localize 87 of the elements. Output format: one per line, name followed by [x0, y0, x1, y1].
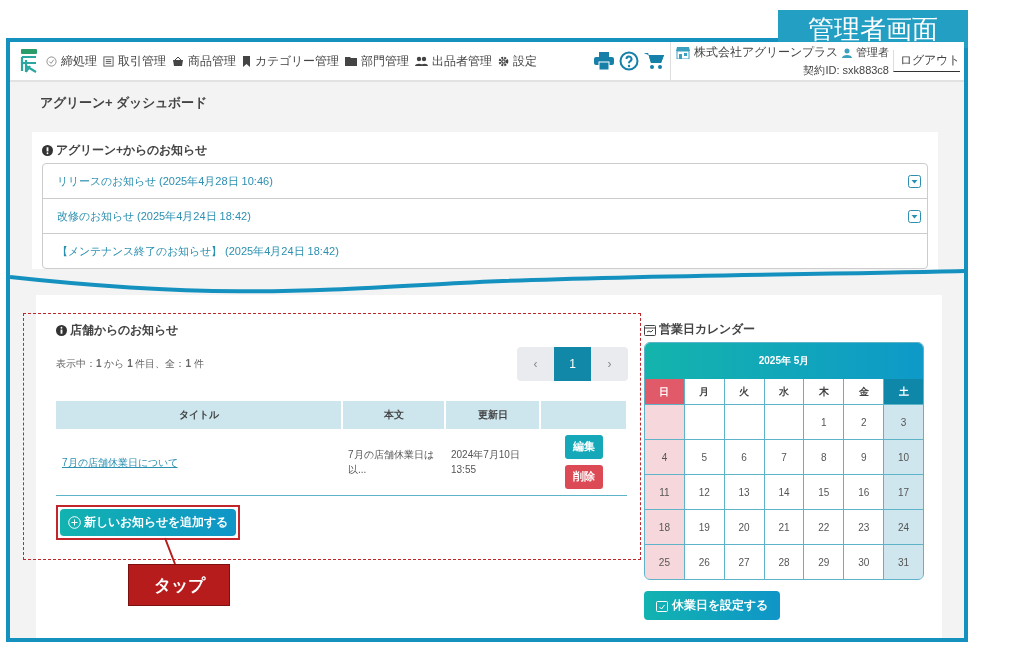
- callout-label: タップ: [128, 564, 230, 606]
- calendar-day[interactable]: 3: [884, 405, 923, 439]
- calendar-day[interactable]: 5: [684, 440, 724, 474]
- calendar-day[interactable]: 19: [684, 510, 724, 544]
- calendar-day[interactable]: 11: [645, 475, 684, 509]
- page-title: アグリーン+ ダッシュボード: [39, 94, 209, 112]
- gear-icon: [498, 55, 509, 67]
- nav-link[interactable]: 商品管理: [172, 52, 236, 70]
- column-header: 本文: [342, 401, 445, 429]
- delete-button[interactable]: 削除: [564, 465, 603, 489]
- user-icon: [842, 47, 852, 58]
- section-title: 店舗からのお知らせ: [70, 322, 178, 339]
- calendar-check-icon: [656, 599, 668, 612]
- calendar-day[interactable]: 4: [645, 440, 684, 474]
- column-header: タイトル: [56, 401, 342, 429]
- weekday-header: 木: [804, 379, 844, 404]
- weekday-header: 水: [764, 379, 804, 404]
- notice-link[interactable]: 改修のお知らせ (2025年4月24日 18:42): [57, 208, 908, 224]
- plus-circle-icon: [68, 516, 81, 529]
- calendar-day[interactable]: 8: [804, 440, 844, 474]
- calendar-day[interactable]: 18: [645, 510, 684, 544]
- shop-icon: [676, 46, 690, 59]
- calendar-day[interactable]: 2: [844, 405, 884, 439]
- contract-id: 契約ID: sxk883c8: [803, 63, 889, 78]
- nav-link[interactable]: 設定: [498, 52, 537, 70]
- basket-icon: [172, 55, 184, 67]
- folder-icon: [345, 56, 357, 66]
- calendar-icon: [644, 323, 656, 336]
- calendar-day[interactable]: 16: [844, 475, 884, 509]
- calendar-day[interactable]: 25: [645, 545, 684, 579]
- dropdown-icon[interactable]: [908, 209, 921, 223]
- info-icon: [56, 325, 67, 336]
- calendar-day[interactable]: 21: [764, 510, 804, 544]
- nav-link[interactable]: 出品者管理: [415, 52, 492, 70]
- users-icon: [415, 56, 428, 66]
- calendar-day[interactable]: 24: [884, 510, 923, 544]
- calendar-day[interactable]: 27: [724, 545, 764, 579]
- logo-icon[interactable]: [18, 49, 40, 73]
- ledger-icon: [103, 55, 114, 67]
- calendar-day[interactable]: 20: [724, 510, 764, 544]
- calendar-month: 2025年 5月: [645, 343, 923, 379]
- page-button[interactable]: 1: [554, 347, 591, 381]
- weekday-header: 土: [884, 379, 923, 404]
- user-name: 管理者: [856, 45, 889, 60]
- calendar-day[interactable]: 23: [844, 510, 884, 544]
- nav-link[interactable]: カテゴリー管理: [242, 52, 339, 70]
- calendar-day[interactable]: 13: [724, 475, 764, 509]
- calendar-day[interactable]: 12: [684, 475, 724, 509]
- nav-link[interactable]: 締処理: [46, 52, 97, 70]
- calendar-day[interactable]: 31: [884, 545, 923, 579]
- nav-link[interactable]: 取引管理: [103, 52, 166, 70]
- weekday-header: 日: [645, 379, 684, 404]
- check-circle-icon: [46, 55, 57, 67]
- printer-icon[interactable]: [594, 52, 614, 70]
- calendar-day[interactable]: 9: [844, 440, 884, 474]
- calendar-day[interactable]: 6: [724, 440, 764, 474]
- info-icon: [42, 145, 53, 156]
- table-cell: 2024年7月10日 13:55: [445, 429, 540, 496]
- calendar-day[interactable]: 7: [764, 440, 804, 474]
- calendar-day[interactable]: 17: [884, 475, 923, 509]
- calendar-day[interactable]: 15: [804, 475, 844, 509]
- weekday-header: 火: [724, 379, 764, 404]
- notice-link[interactable]: 【メンテナンス終了のお知らせ】 (2025年4月24日 18:42): [57, 243, 921, 259]
- leader-line: [164, 537, 176, 565]
- weekday-header: 月: [684, 379, 724, 404]
- cart-icon[interactable]: [644, 52, 664, 70]
- calendar-day[interactable]: 28: [764, 545, 804, 579]
- section-title: アグリーン+からのお知らせ: [56, 142, 207, 159]
- column-header: 更新日: [445, 401, 540, 429]
- section-title: 営業日カレンダー: [659, 321, 755, 338]
- calendar-day[interactable]: 14: [764, 475, 804, 509]
- logout-link[interactable]: ログアウト: [893, 50, 960, 72]
- weekday-header: 金: [844, 379, 884, 404]
- notice-link[interactable]: リリースのお知らせ (2025年4月28日 10:46): [57, 173, 908, 189]
- dropdown-icon[interactable]: [908, 174, 921, 188]
- calendar-day[interactable]: 1: [804, 405, 844, 439]
- calendar-day[interactable]: 30: [844, 545, 884, 579]
- calendar-day[interactable]: 26: [684, 545, 724, 579]
- notice-title-link[interactable]: 7月の店舗休業日について: [62, 456, 178, 468]
- result-summary: 表示中：1 から 1 件目、全：1 件: [56, 357, 204, 371]
- calendar-day[interactable]: 29: [804, 545, 844, 579]
- table-cell: 7月の店舗休業日は以...: [342, 429, 445, 496]
- bookmark-icon: [242, 55, 251, 67]
- calendar-day[interactable]: 10: [884, 440, 923, 474]
- nav-link[interactable]: 部門管理: [345, 52, 409, 70]
- calendar-day[interactable]: 22: [804, 510, 844, 544]
- help-icon[interactable]: [619, 51, 639, 71]
